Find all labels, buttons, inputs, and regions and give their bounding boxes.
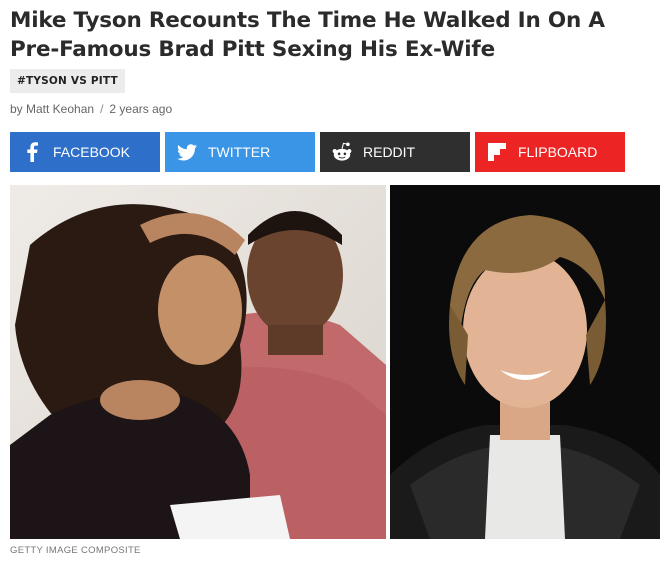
share-twitter-button[interactable]: TWITTER	[165, 132, 315, 172]
share-flipboard-button[interactable]: FLIPBOARD	[475, 132, 625, 172]
image-caption: GETTY IMAGE COMPOSITE	[10, 545, 141, 556]
article-headline: Mike Tyson Recounts The Time He Walked I…	[10, 8, 605, 62]
reddit-icon	[331, 141, 353, 163]
share-reddit-button[interactable]: REDDIT	[320, 132, 470, 172]
flipboard-icon	[486, 141, 508, 163]
article-image	[10, 185, 660, 539]
reddit-label: REDDIT	[363, 144, 416, 160]
article-tag[interactable]: #TYSON VS PITT	[10, 69, 125, 93]
share-bar: FACEBOOK TWITTER REDDIT FLIPBOARD	[10, 132, 625, 172]
photo-couple	[10, 185, 386, 539]
photo-portrait	[390, 185, 660, 539]
share-facebook-button[interactable]: FACEBOOK	[10, 132, 160, 172]
twitter-icon	[176, 141, 198, 163]
publish-time: 2 years ago	[109, 102, 173, 116]
twitter-label: TWITTER	[208, 144, 271, 160]
byline-separator: /	[100, 102, 104, 116]
flipboard-label: FLIPBOARD	[518, 144, 598, 160]
author-link[interactable]: by Matt Keohan	[10, 102, 94, 116]
facebook-icon	[21, 141, 43, 163]
facebook-label: FACEBOOK	[53, 144, 131, 160]
byline: by Matt Keohan / 2 years ago	[10, 102, 172, 116]
